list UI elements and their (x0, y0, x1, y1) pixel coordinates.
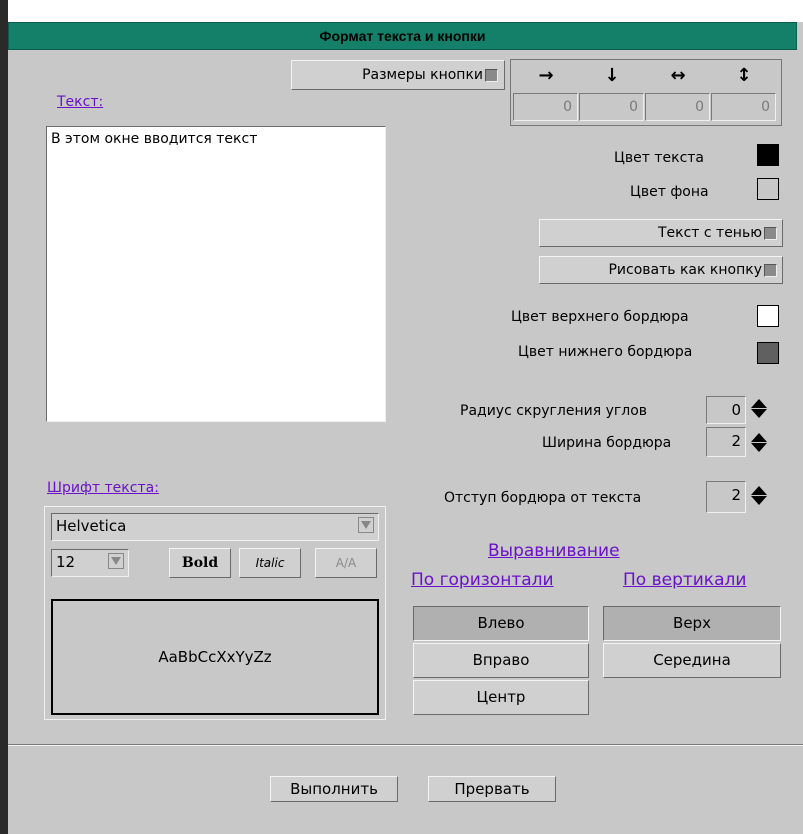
shadow-checkbox[interactable] (764, 226, 777, 240)
button-size-grid: → ↓ ↔ ↕ 0 0 0 0 (510, 59, 782, 126)
bold-button[interactable]: Bold (169, 548, 231, 578)
size-down-field[interactable]: 0 (579, 93, 644, 121)
horizontal-alignment-label[interactable]: По горизонтали (411, 570, 554, 590)
antialias-button[interactable]: A/A (315, 548, 377, 578)
border-padding-stepper[interactable] (748, 485, 770, 506)
text-input[interactable]: В этом окне вводится текст (46, 126, 386, 422)
draw-as-button-checkbox[interactable] (764, 263, 777, 277)
top-strip (0, 0, 803, 22)
draw-as-button-toggle[interactable]: Рисовать как кнопку (539, 256, 783, 284)
size-right-field[interactable]: 0 (513, 93, 578, 121)
size-vertical-field[interactable]: 0 (711, 93, 776, 121)
bottom-border-color-label: Цвет нижнего бордюра (518, 344, 693, 360)
decrement-icon[interactable] (751, 443, 767, 452)
align-top-button[interactable]: Верх (603, 606, 781, 641)
left-edge (0, 0, 8, 834)
draw-as-button-label: Рисовать как кнопку (608, 262, 762, 278)
text-section-label[interactable]: Текст: (57, 94, 103, 110)
font-preview: AaBbCcXxYyZz (51, 599, 379, 715)
align-right-button[interactable]: Вправо (413, 643, 589, 678)
increment-icon[interactable] (751, 399, 767, 408)
border-width-field[interactable]: 2 (706, 427, 746, 457)
vertical-alignment-label[interactable]: По вертикали (623, 570, 746, 590)
font-section-label[interactable]: Шрифт текста: (47, 480, 159, 496)
arrow-left-right-icon: ↔ (670, 65, 686, 86)
border-padding-label: Отступ бордюра от текста (444, 490, 642, 506)
format-dialog: Формат текста и кнопки Размеры кнопки → … (8, 22, 803, 834)
cancel-button[interactable]: Прервать (428, 776, 556, 802)
arrow-up-down-icon: ↕ (736, 65, 752, 86)
alignment-title[interactable]: Выравнивание (488, 541, 620, 561)
decrement-icon[interactable] (751, 409, 767, 418)
font-group: Helvetica 12 Bold Italic A/A AaBbCcXxYyZ… (44, 506, 386, 720)
decrement-icon[interactable] (751, 496, 767, 505)
corner-radius-field[interactable]: 0 (706, 396, 746, 424)
arrow-right-icon: → (538, 65, 554, 86)
border-width-label: Ширина бордюра (542, 435, 672, 451)
button-size-label: Размеры кнопки (362, 67, 483, 83)
font-family-value: Helvetica (56, 517, 127, 535)
button-size-toggle[interactable]: Размеры кнопки (291, 60, 505, 90)
shadow-label: Текст с тенью (657, 225, 762, 241)
align-center-button[interactable]: Центр (413, 680, 589, 715)
divider (8, 744, 803, 746)
text-color-label: Цвет текста (614, 150, 704, 166)
text-color-swatch[interactable] (757, 144, 779, 166)
align-left-button[interactable]: Влево (413, 606, 589, 641)
size-horizontal-field[interactable]: 0 (645, 93, 710, 121)
font-size-value: 12 (56, 553, 76, 571)
italic-button[interactable]: Italic (239, 548, 301, 578)
bg-color-label: Цвет фона (630, 184, 709, 200)
top-border-color-label: Цвет верхнего бордюра (511, 309, 689, 325)
font-family-select[interactable]: Helvetica (51, 513, 379, 541)
border-width-stepper[interactable] (748, 432, 770, 453)
align-middle-button[interactable]: Середина (603, 643, 781, 678)
corner-radius-stepper[interactable] (748, 398, 770, 419)
top-border-color-swatch[interactable] (757, 305, 779, 327)
increment-icon[interactable] (751, 486, 767, 495)
bg-color-swatch[interactable] (757, 178, 779, 200)
chevron-down-icon[interactable] (358, 517, 374, 533)
button-size-checkbox[interactable] (485, 68, 498, 82)
ok-button[interactable]: Выполнить (270, 776, 398, 802)
border-padding-field[interactable]: 2 (706, 481, 746, 513)
arrow-down-icon: ↓ (604, 65, 620, 86)
shadow-toggle[interactable]: Текст с тенью (539, 219, 783, 247)
bottom-border-color-swatch[interactable] (757, 342, 779, 364)
dialog-title: Формат текста и кнопки (8, 22, 797, 50)
increment-icon[interactable] (751, 433, 767, 442)
corner-radius-label: Радиус скругления углов (460, 403, 648, 419)
chevron-down-icon[interactable] (108, 553, 124, 569)
font-size-select[interactable]: 12 (51, 549, 129, 577)
